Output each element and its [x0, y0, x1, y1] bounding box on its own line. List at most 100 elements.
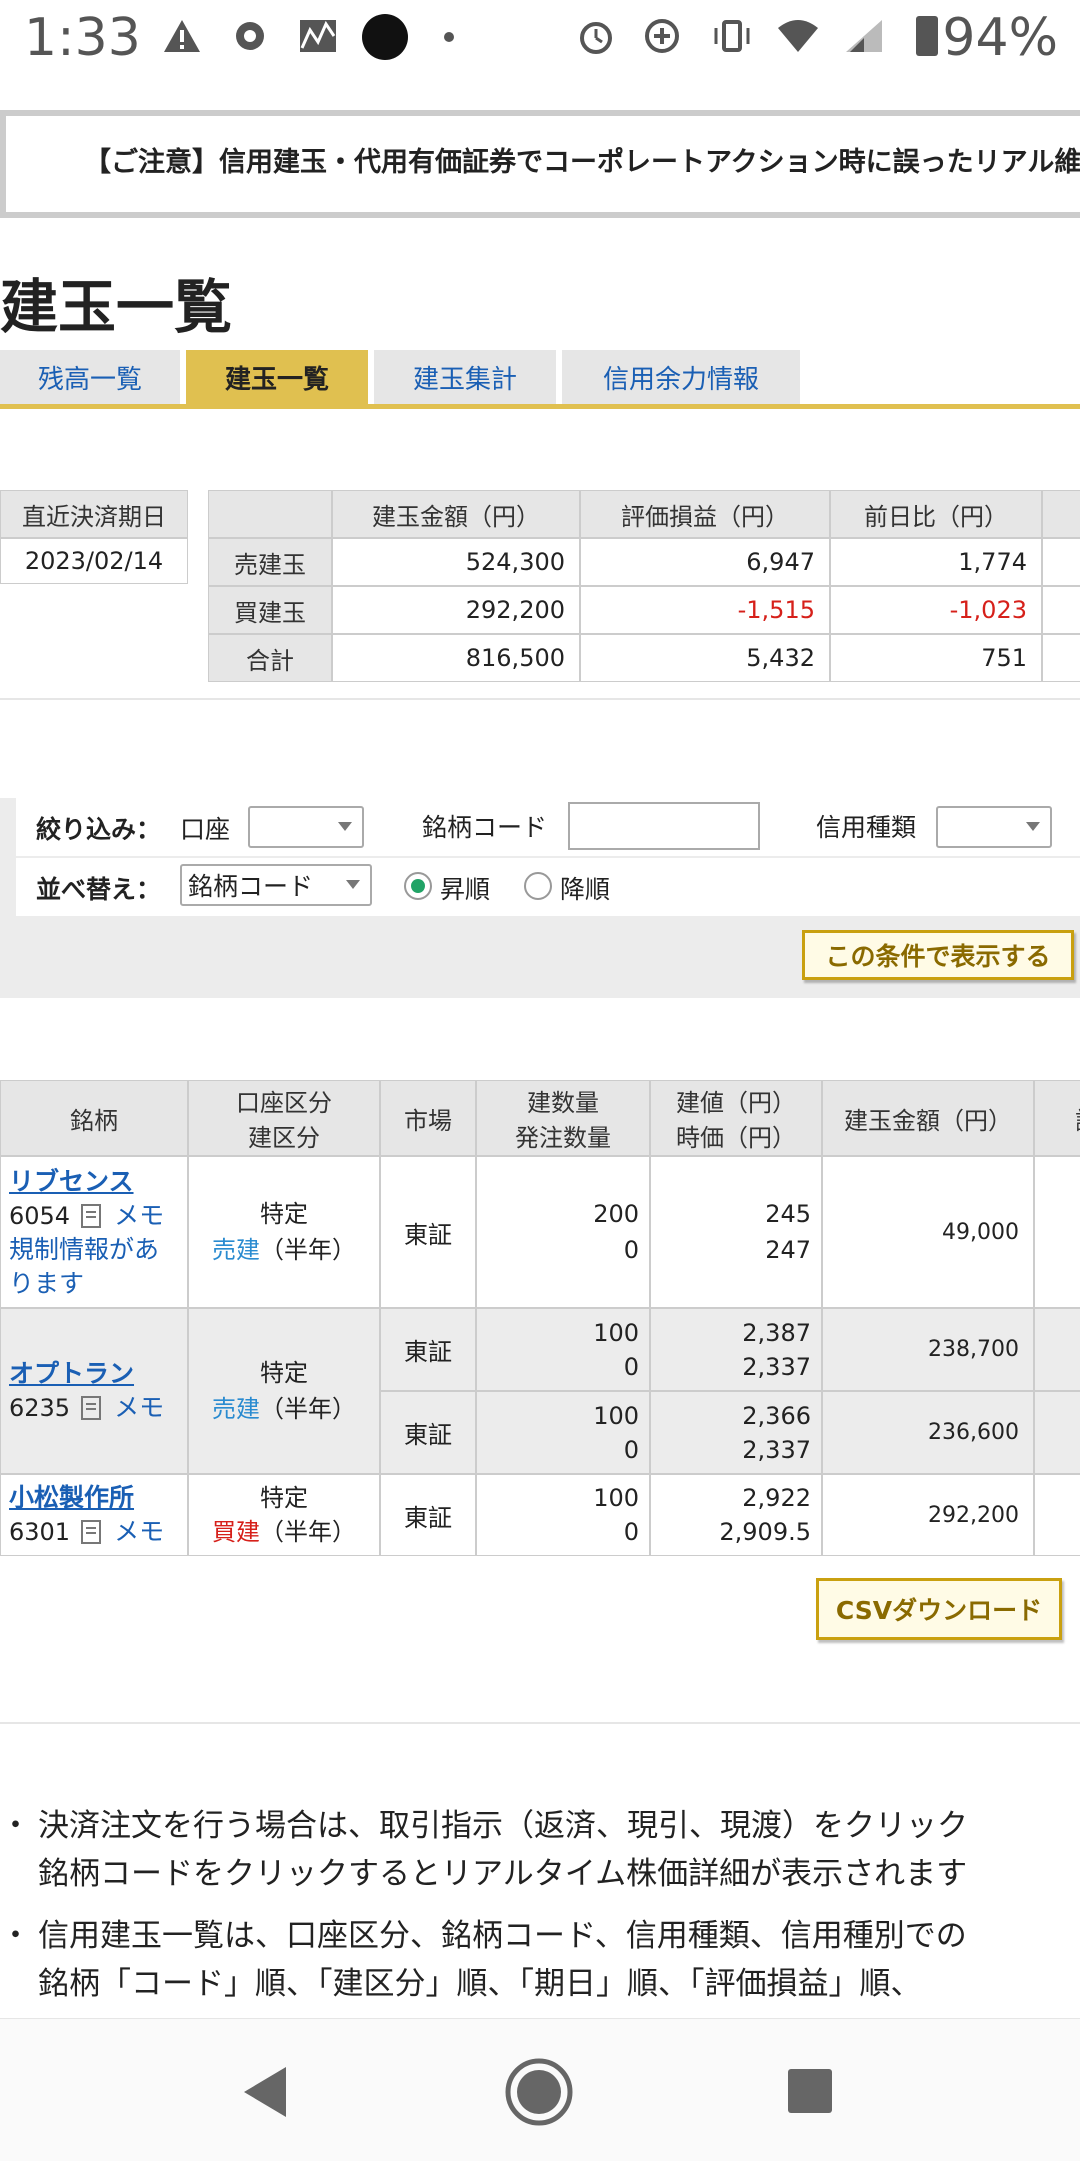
extra-cell: [1034, 1474, 1080, 1556]
filter-panel: 絞り込み： 口座 銘柄コード 信用種類 並べ替え： 銘柄コード 昇順 降順 この…: [0, 798, 1080, 998]
summary-pnl: 6,947: [580, 538, 830, 586]
col-header-price-line1: 建値（円）: [676, 1089, 796, 1117]
current-price: 2,909.5: [719, 1518, 811, 1546]
col-header-qty-line1: 建数量: [527, 1089, 599, 1117]
summary-change: 751: [830, 634, 1042, 682]
summary-pnl: 5,432: [580, 634, 830, 682]
position-type: 売建: [212, 1395, 260, 1423]
battery-icon: [916, 16, 938, 56]
note-bullet: ・: [0, 1808, 31, 1844]
position-type: 買建: [212, 1518, 260, 1546]
price-cell: 2,387 2,337: [650, 1308, 822, 1391]
col-header-account-line2: 建区分: [248, 1124, 320, 1152]
entry-price: 2,922: [742, 1484, 811, 1512]
divider: [0, 698, 1080, 700]
sort-select-value: 銘柄コード: [188, 872, 314, 901]
sort-desc-radio[interactable]: [524, 872, 552, 900]
stock-code-input[interactable]: [568, 802, 760, 850]
position-type-line: 買建（半年）: [212, 1515, 356, 1549]
account-select[interactable]: [248, 806, 364, 848]
summary-header-amount: 建玉金額（円）: [332, 490, 580, 538]
recents-icon[interactable]: [786, 2067, 834, 2115]
tab-underline: [0, 404, 1080, 409]
quantity: 100: [593, 1401, 639, 1430]
col-header-account: 口座区分 建区分: [188, 1080, 380, 1156]
home-icon[interactable]: [504, 2057, 574, 2127]
summary-row-label: 買建玉: [208, 586, 332, 634]
summary-row-label: 売建玉: [208, 538, 332, 586]
tab-position-list[interactable]: 建玉一覧: [186, 350, 368, 404]
stock-chart-icon: [296, 14, 340, 58]
amount-cell: 49,000: [822, 1156, 1034, 1308]
order-quantity: 0: [623, 1236, 639, 1264]
back-icon[interactable]: [240, 2065, 290, 2119]
alarm-icon: [574, 14, 618, 58]
amount-cell: 236,600: [822, 1391, 1034, 1474]
stock-code: 6235: [9, 1394, 71, 1422]
note-text: 銘柄コードをクリックするとリアルタイム株価詳細が表示されます: [38, 1856, 968, 1892]
summary-header-change: 前日比（円）: [830, 490, 1042, 538]
summary-amount: 524,300: [332, 538, 580, 586]
regulation-notice[interactable]: 規制情報があ: [9, 1233, 159, 1267]
note-text: 信用建玉一覧は、口座区分、銘柄コード、信用種類、信用種別での: [38, 1918, 967, 1954]
credit-type-label: 信用種類: [816, 813, 917, 842]
col-header-name: 銘柄: [0, 1080, 188, 1156]
amount-cell: 238,700: [822, 1308, 1034, 1391]
credit-term: （半年）: [260, 1395, 356, 1423]
account-type: 特定: [260, 1484, 308, 1512]
memo-link[interactable]: メモ: [114, 1515, 164, 1549]
credit-term: （半年）: [260, 1236, 356, 1264]
stock-name-link[interactable]: リブセンス: [9, 1165, 134, 1199]
memo-link[interactable]: メモ: [114, 1391, 164, 1425]
memo-link[interactable]: メモ: [114, 1199, 164, 1233]
summary-change: 1,774: [830, 538, 1042, 586]
regulation-notice-cont[interactable]: ります: [9, 1267, 84, 1301]
sort-select[interactable]: 銘柄コード: [180, 864, 372, 906]
market-cell: 東証: [380, 1308, 476, 1391]
col-header-account-line1: 口座区分: [236, 1089, 332, 1117]
col-header-market: 市場: [380, 1080, 476, 1156]
notice-banner[interactable]: 【ご注意】信用建玉・代用有価証券でコーポレートアクション時に誤ったリアル維持: [0, 110, 1080, 218]
order-quantity: 0: [623, 1352, 639, 1381]
csv-download-button[interactable]: CSVダウンロード: [816, 1578, 1062, 1640]
stock-code: 6054: [9, 1202, 71, 1230]
tab-credit-capacity[interactable]: 信用余力情報: [562, 350, 800, 404]
memo-icon: [81, 1396, 102, 1420]
stock-name-link[interactable]: オプトラン: [9, 1357, 134, 1391]
notification-dot-icon: [362, 14, 408, 60]
stock-code-line: 6301 メモ: [9, 1515, 164, 1549]
stock-code-line: 6235 メモ: [9, 1391, 164, 1425]
summary-header-pnl: 評価損益（円）: [580, 490, 830, 538]
chevron-down-icon: [346, 880, 360, 889]
price-cell: 245 247: [650, 1156, 822, 1308]
credit-type-select[interactable]: [936, 806, 1052, 848]
account-type: 特定: [260, 1359, 308, 1387]
note-text: 銘柄「コード」順、「建区分」順、「期日」順、「評価損益」順、: [38, 1966, 922, 2002]
signal-icon: [842, 14, 886, 58]
table-row-account-cell: 特定 売建（半年）: [188, 1156, 380, 1308]
tab-balance-list[interactable]: 残高一覧: [0, 350, 180, 404]
status-bar: 1:33 94%: [0, 0, 1080, 80]
table-row-name-cell: リブセンス 6054 メモ 規制情報があ ります: [0, 1156, 188, 1308]
page-title: 建玉一覧: [0, 273, 233, 341]
sort-asc-radio[interactable]: [404, 872, 432, 900]
wifi-icon: [776, 14, 820, 58]
amount-cell: 292,200: [822, 1474, 1034, 1556]
position-type-line: 売建（半年）: [212, 1232, 356, 1268]
sort-desc-label: 降順: [560, 875, 611, 904]
tab-position-summary[interactable]: 建玉集計: [374, 350, 556, 404]
note-bullet: ・: [0, 1918, 31, 1954]
summary-amount: 292,200: [332, 586, 580, 634]
apply-filter-button[interactable]: この条件で表示する: [802, 930, 1074, 980]
quantity: 100: [593, 1318, 639, 1347]
chevron-down-icon: [1026, 822, 1040, 831]
qty-cell: 100 0: [476, 1474, 650, 1556]
col-header-qty-line2: 発注数量: [515, 1124, 611, 1152]
extra-cell: [1034, 1308, 1080, 1391]
stock-code-line: 6054 メモ: [9, 1199, 164, 1233]
credit-term: （半年）: [260, 1518, 356, 1546]
settlement-date-value: 2023/02/14: [0, 538, 188, 584]
stock-name-link[interactable]: 小松製作所: [9, 1481, 134, 1515]
warning-icon: [160, 14, 204, 58]
memo-icon: [81, 1520, 102, 1544]
